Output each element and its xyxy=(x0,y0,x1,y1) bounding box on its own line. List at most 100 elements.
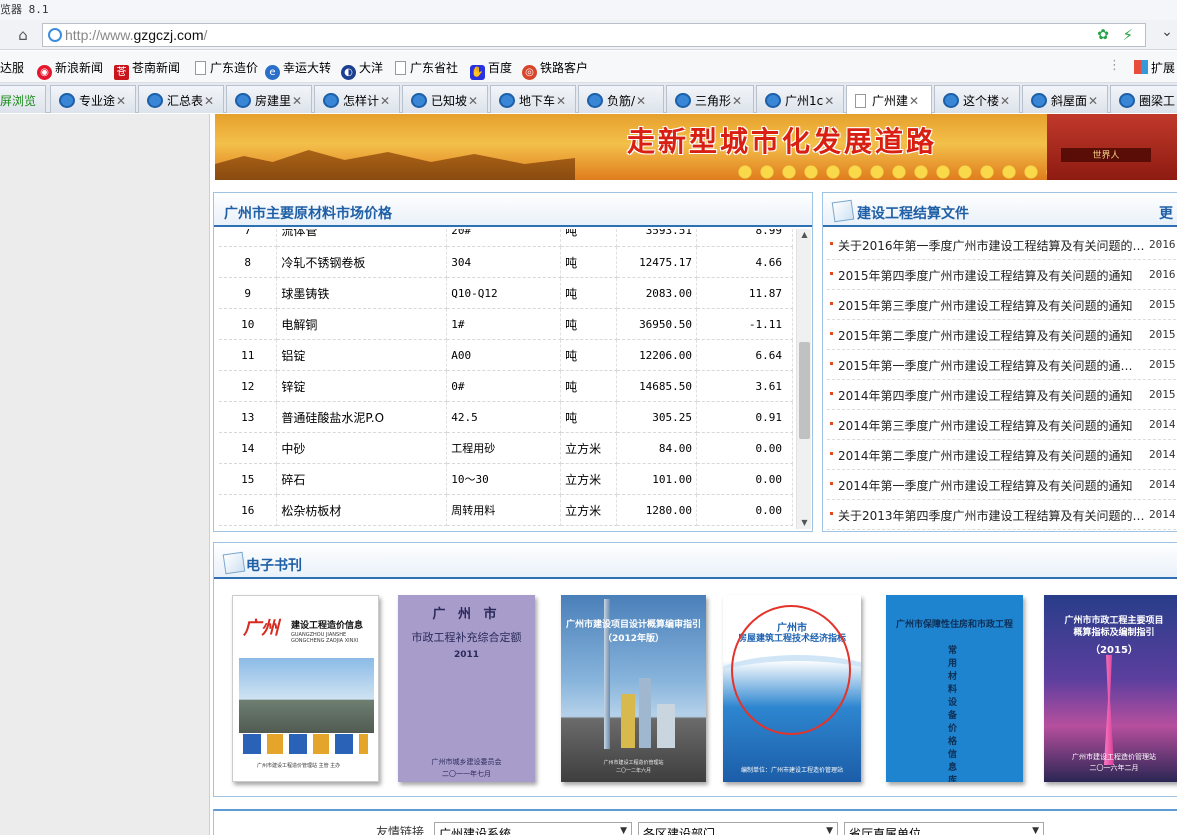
browser-tab[interactable]: 地下车✕ xyxy=(490,85,576,113)
close-icon[interactable]: ✕ xyxy=(732,94,742,108)
speed-mode-icon[interactable]: ⚡ xyxy=(1122,26,1133,44)
item-title[interactable]: 2014年第二季度广州市建设工程结算及有关问题的通知 xyxy=(838,447,1133,464)
close-icon[interactable]: ✕ xyxy=(556,94,566,108)
list-item[interactable]: 2015年第二季度广州市建设工程结算及有关问题的通知 2015.0 xyxy=(827,320,1177,350)
panel-header: 广州市主要原材料市场价格 xyxy=(214,193,812,227)
bookmark-item[interactable]: 苍苍南新闻 xyxy=(114,59,180,80)
refresh-icon[interactable]: ✿ xyxy=(1097,27,1109,43)
item-title[interactable]: 2014年第三季度广州市建设工程结算及有关问题的通知 xyxy=(838,417,1133,434)
url-input[interactable]: http://www.gzgczj.com/ ✿ ⚡ xyxy=(42,23,1146,47)
select-value: 广州建设系统 xyxy=(439,827,512,835)
browser-tab[interactable]: 圈梁工 xyxy=(1110,85,1177,113)
more-bookmarks-icon[interactable]: ⋮ xyxy=(1108,58,1121,73)
url-domain: gzgczj.com xyxy=(133,27,204,43)
price-panel-title[interactable]: 广州市主要原材料市场价格 xyxy=(224,203,392,223)
settlement-list: 关于2016年第一季度广州市建设工程结算及有关问题的… 2016.0 2015年第… xyxy=(827,230,1177,530)
ebook-cover[interactable]: 广州 建设工程造价信息 GUANGZHOU JIANSHE GONGCHENG … xyxy=(232,595,379,782)
bookmark-item[interactable]: 广东造价 xyxy=(195,59,258,76)
close-icon[interactable]: ✕ xyxy=(909,94,919,108)
bookmark-item[interactable]: ◐ 大洋 xyxy=(341,59,383,80)
item-title[interactable]: 2014年第四季度广州市建设工程结算及有关问题的通知 xyxy=(838,387,1133,404)
bookmark-item[interactable]: 广东省社 xyxy=(395,59,458,76)
close-icon[interactable]: ✕ xyxy=(468,94,478,108)
url-dropdown-button[interactable]: ⌄ xyxy=(1157,24,1177,46)
material-price: 101.00 xyxy=(616,463,698,495)
close-icon[interactable]: ✕ xyxy=(1088,94,1098,108)
price-table-container[interactable]: 7 流体管 20# 吨 3593.51 8.99 8 冷轧不锈钢卷板 304 吨 12475.17… xyxy=(219,229,793,529)
close-icon[interactable]: ✕ xyxy=(636,94,646,108)
gzzj-logo xyxy=(243,734,368,754)
list-item[interactable]: 关于2013年第四季度广州市建设工程结算及有关问题的… 2014.0 xyxy=(827,500,1177,530)
settlement-panel-title[interactable]: 建设工程结算文件 xyxy=(857,203,969,223)
scroll-down-icon[interactable]: ▼ xyxy=(797,517,812,529)
browser-tab-active[interactable]: 广州建✕ xyxy=(846,85,932,114)
price-scrollbar[interactable]: ▲ ▼ xyxy=(796,229,811,529)
close-icon[interactable]: ✕ xyxy=(204,94,214,108)
bookmark-item[interactable]: e 幸运大转 xyxy=(265,59,331,80)
list-item[interactable]: 2015年第四季度广州市建设工程结算及有关问题的通知 2016.0 xyxy=(827,260,1177,290)
link-select[interactable]: 广州建设系统 ▼ xyxy=(434,822,632,835)
material-change: 0.91 xyxy=(696,401,793,433)
news-icon: 苍 xyxy=(114,65,129,80)
bookmark-item[interactable]: ◉ 新浪新闻 xyxy=(37,59,103,80)
browser-tab[interactable]: 汇总表✕ xyxy=(138,85,224,113)
browser-tab[interactable]: 已知坡✕ xyxy=(402,85,488,113)
bookmark-item[interactable]: 达服 xyxy=(0,59,24,76)
ebook-cover[interactable]: 广州市 房屋建筑工程技术经济指标 编制单位：广州市建设工程造价管理站 xyxy=(723,595,861,782)
ebook-cover[interactable]: 广州市保障性住房和市政工程 常用材料设备价格信息库 xyxy=(886,595,1023,782)
browser-tab[interactable]: 屏浏览 xyxy=(0,85,46,113)
item-title[interactable]: 关于2016年第一季度广州市建设工程结算及有关问题的… xyxy=(838,237,1145,254)
list-item[interactable]: 2015年第三季度广州市建设工程结算及有关问题的通知 2015.0 xyxy=(827,290,1177,320)
scrollbar-thumb[interactable] xyxy=(799,342,810,439)
browser-tab[interactable]: 斜屋面✕ xyxy=(1022,85,1108,113)
bookmark-item[interactable]: ◎ 铁路客户 xyxy=(522,59,588,80)
material-change: -1.11 xyxy=(696,308,793,340)
browser-tab[interactable]: 怎样计✕ xyxy=(314,85,400,113)
bookmark-item[interactable]: ✋ 百度 xyxy=(470,59,512,80)
list-item[interactable]: 2014年第三季度广州市建设工程结算及有关问题的通知 2014.0 xyxy=(827,410,1177,440)
list-item[interactable]: 2015年第一季度广州市建设工程结算及有关问题的通… 2015.0 xyxy=(827,350,1177,380)
item-title[interactable]: 2014年第一季度广州市建设工程结算及有关问题的通知 xyxy=(838,477,1133,494)
row-index: 16 xyxy=(219,494,278,526)
browser-tab[interactable]: 负筋/✕ xyxy=(578,85,664,113)
close-icon[interactable]: ✕ xyxy=(116,94,126,108)
cover-publisher: 编制单位：广州市建设工程造价管理站 xyxy=(740,767,843,774)
extensions-button[interactable]: 扩展 xyxy=(1133,59,1175,76)
item-title[interactable]: 2015年第二季度广州市建设工程结算及有关问题的通知 xyxy=(838,327,1133,344)
ebook-panel-title[interactable]: 电子书刊 xyxy=(246,555,302,575)
browser-tab[interactable]: 这个楼✕ xyxy=(934,85,1020,113)
close-icon[interactable]: ✕ xyxy=(824,94,834,108)
browser-tab[interactable]: 广州1c✕ xyxy=(756,85,844,113)
ebook-cover[interactable]: 广 州 市 市政工程补充综合定额 2011 广州市城乡建设委员会 二〇一一年七月 xyxy=(398,595,535,782)
home-button[interactable]: ⌂ xyxy=(14,26,32,44)
dayang-icon: ◐ xyxy=(341,65,356,80)
close-icon[interactable]: ✕ xyxy=(380,94,390,108)
material-spec: 10～30 xyxy=(446,463,562,495)
list-item[interactable]: 2014年第四季度广州市建设工程结算及有关问题的通知 2015.0 xyxy=(827,380,1177,410)
close-icon[interactable]: ✕ xyxy=(1000,94,1010,108)
ebook-cover[interactable]: 广州市建设项目设计概算编审指引 （2012年版） 广州市建设工程造价管理站 二〇… xyxy=(561,595,706,782)
chevron-down-icon: ⌄ xyxy=(1161,24,1173,40)
item-title[interactable]: 2015年第四季度广州市建设工程结算及有关问题的通知 xyxy=(838,267,1133,284)
list-item[interactable]: 关于2016年第一季度广州市建设工程结算及有关问题的… 2016.0 xyxy=(827,230,1177,260)
list-item[interactable]: 2014年第一季度广州市建设工程结算及有关问题的通知 2014.0 xyxy=(827,470,1177,500)
browser-tab[interactable]: 专业途✕ xyxy=(50,85,136,113)
friend-links-label: 友情链接 xyxy=(376,825,425,835)
link-select[interactable]: 省厅直属单位 ▼ xyxy=(844,822,1044,835)
link-select[interactable]: 各区建设部门 ▼ xyxy=(638,822,838,835)
list-item[interactable]: 2014年第二季度广州市建设工程结算及有关问题的通知 2014.0 xyxy=(827,440,1177,470)
item-title[interactable]: 2015年第一季度广州市建设工程结算及有关问题的通… xyxy=(838,357,1133,374)
tab-label: 斜屋面 xyxy=(1051,94,1088,108)
scroll-up-icon[interactable]: ▲ xyxy=(797,229,812,241)
item-title[interactable]: 2015年第三季度广州市建设工程结算及有关问题的通知 xyxy=(838,297,1133,314)
close-icon[interactable]: ✕ xyxy=(292,94,302,108)
url-text[interactable]: http://www.gzgczj.com/ xyxy=(65,27,207,43)
bookmark-label: 百度 xyxy=(488,61,513,75)
item-title[interactable]: 关于2013年第四季度广州市建设工程结算及有关问题的… xyxy=(838,507,1145,524)
ebook-cover[interactable]: 广州市市政工程主要项目 概算指标及编制指引 （2015） 广州市建设工程造价管理… xyxy=(1044,595,1177,782)
cover-year: 2011 xyxy=(453,650,480,660)
browser-tab[interactable]: 三角形✕ xyxy=(666,85,754,113)
more-link[interactable]: 更 xyxy=(1159,203,1173,223)
browser-tab[interactable]: 房建里✕ xyxy=(226,85,312,113)
bookmark-label: 新浪新闻 xyxy=(55,61,104,75)
